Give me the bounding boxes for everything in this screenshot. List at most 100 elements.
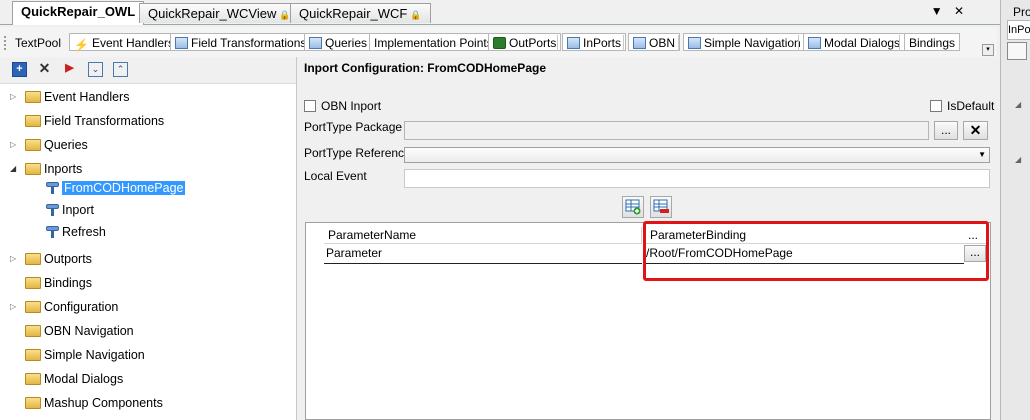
tree-item-label: Refresh bbox=[62, 225, 106, 239]
tree-item-label: Bindings bbox=[44, 276, 92, 290]
tree-item-label: Outports bbox=[44, 252, 92, 266]
categorized-view-icon[interactable] bbox=[1007, 42, 1027, 60]
expand-all-icon[interactable]: ⌄ bbox=[88, 62, 103, 77]
folder-icon bbox=[25, 139, 41, 151]
porttype-package-browse-button[interactable]: ... bbox=[934, 121, 958, 140]
expand-arrow-icon[interactable]: ▷ bbox=[10, 87, 20, 107]
chevron-down-icon[interactable]: ▼ bbox=[931, 4, 943, 18]
porttype-package-clear-button[interactable]: ✕ bbox=[963, 121, 988, 140]
toolbar-queries-button[interactable]: Queries bbox=[304, 33, 373, 51]
toolbar-modal-dialogs-button[interactable]: Modal Dialogs bbox=[803, 33, 906, 51]
execute-icon[interactable]: ▶ bbox=[62, 62, 77, 77]
tree-item-queries[interactable]: ▷ Queries bbox=[10, 135, 88, 155]
button-label: Implementation Points bbox=[374, 36, 493, 50]
folder-icon bbox=[25, 373, 41, 385]
inport-icon bbox=[46, 182, 59, 194]
button-label: Bindings bbox=[909, 36, 956, 50]
tree-item-fromcodhomepage[interactable]: FromCODHomePage bbox=[46, 178, 186, 198]
page-title: Inport Configuration: FromCODHomePage bbox=[304, 61, 546, 75]
collapse-arrow-icon[interactable]: ◢ bbox=[1015, 155, 1021, 164]
designer-toolbar: TextPool ⚡ Event Handlers Field Transform… bbox=[0, 27, 997, 58]
toolbar-grip[interactable] bbox=[4, 36, 8, 50]
tree-item-refresh[interactable]: Refresh bbox=[46, 222, 106, 242]
tree-item-configuration[interactable]: ▷ Configuration bbox=[10, 297, 118, 317]
tree-item-inport[interactable]: Inport bbox=[46, 200, 94, 220]
toolbar-inports-button[interactable]: InPorts bbox=[562, 33, 627, 51]
button-label: Simple Navigation bbox=[704, 36, 801, 50]
close-icon[interactable]: ✕ bbox=[954, 4, 964, 18]
toolbar-bindings-button[interactable]: Bindings bbox=[904, 33, 961, 51]
button-label: Field Transformations bbox=[191, 36, 307, 50]
navigation-tree-panel: + ✕ ▶ ⌄ ⌃ ▷ Event Handlers Field Transfor… bbox=[0, 57, 297, 420]
folder-icon bbox=[25, 253, 41, 265]
porttype-reference-dropdown[interactable]: ▼ bbox=[404, 147, 990, 163]
toolbar-textpool-button[interactable]: TextPool bbox=[10, 33, 66, 51]
collapse-all-icon[interactable]: ⌃ bbox=[113, 62, 128, 77]
tree-item-field-transformations[interactable]: Field Transformations bbox=[10, 111, 164, 131]
tree-item-simple-navigation[interactable]: Simple Navigation bbox=[10, 345, 145, 365]
inport-icon bbox=[46, 226, 59, 238]
tree-item-obn-navigation[interactable]: OBN Navigation bbox=[10, 321, 134, 341]
column-header-parametername[interactable]: ParameterName bbox=[324, 227, 642, 244]
tree-item-outports[interactable]: ▷ Outports bbox=[10, 249, 92, 269]
add-row-icon bbox=[625, 199, 641, 215]
folder-icon bbox=[25, 349, 41, 361]
tree-item-bindings[interactable]: Bindings bbox=[10, 273, 92, 293]
isdefault-checkbox[interactable] bbox=[930, 100, 942, 112]
grid-icon bbox=[633, 37, 646, 49]
porttype-package-field[interactable] bbox=[404, 121, 929, 140]
tree-toolbar: + ✕ ▶ ⌄ ⌃ bbox=[0, 57, 296, 84]
lock-icon: 🔒 bbox=[279, 10, 291, 20]
remove-row-button[interactable] bbox=[650, 196, 672, 218]
toolbar-obn-button[interactable]: OBN bbox=[628, 33, 681, 51]
toolbar-separator bbox=[678, 35, 679, 51]
tree-item-event-handlers[interactable]: ▷ Event Handlers bbox=[10, 87, 129, 107]
toolbar-event-handlers-button[interactable]: ⚡ Event Handlers bbox=[69, 33, 179, 52]
grid-icon bbox=[175, 37, 188, 49]
inport-icon bbox=[567, 37, 580, 49]
button-label: TextPool bbox=[15, 36, 62, 50]
folder-icon bbox=[25, 277, 41, 289]
add-icon[interactable]: + bbox=[12, 62, 27, 77]
toolbar-overflow-button[interactable]: ▾ bbox=[982, 44, 994, 56]
lock-icon: 🔒 bbox=[410, 10, 422, 20]
expand-arrow-icon[interactable]: ▷ bbox=[10, 297, 20, 317]
porttype-package-label: PortType Package bbox=[304, 120, 403, 134]
local-event-field[interactable] bbox=[404, 169, 990, 188]
collapse-arrow-icon[interactable]: ◢ bbox=[10, 159, 20, 179]
toolbar-separator bbox=[623, 35, 624, 51]
tab-label: QuickRepair_OWL bbox=[21, 4, 136, 19]
parameter-name-cell[interactable]: Parameter bbox=[324, 244, 642, 264]
toolbar-separator bbox=[798, 35, 799, 51]
obn-inport-label: OBN Inport bbox=[321, 99, 382, 113]
toolbar-outports-button[interactable]: OutPorts bbox=[488, 33, 562, 51]
collapse-arrow-icon[interactable]: ◢ bbox=[1015, 100, 1021, 109]
tree-item-label: Mashup Components bbox=[44, 396, 163, 410]
lightning-icon: ⚡ bbox=[74, 38, 89, 52]
toolbar-implementation-points-button[interactable]: Implementation Points bbox=[369, 33, 498, 51]
obn-inport-checkbox[interactable] bbox=[304, 100, 316, 112]
tree-item-label: Modal Dialogs bbox=[44, 372, 124, 386]
grid-icon bbox=[808, 37, 821, 49]
expand-arrow-icon[interactable]: ▷ bbox=[10, 135, 20, 155]
tab-quickrepair-wcview[interactable]: QuickRepair_WCView 🔒 bbox=[139, 3, 300, 23]
properties-panel: Pro InPo ◢ ◢ bbox=[1000, 0, 1030, 420]
delete-icon[interactable]: ✕ bbox=[37, 61, 52, 77]
button-label: Queries bbox=[325, 36, 368, 50]
add-row-button[interactable] bbox=[622, 196, 644, 218]
tree-item-inports[interactable]: ◢ Inports bbox=[10, 159, 82, 179]
button-label: OutPorts bbox=[509, 36, 557, 50]
tree-item-modal-dialogs[interactable]: Modal Dialogs bbox=[10, 369, 123, 389]
tab-quickrepair-owl[interactable]: QuickRepair_OWL bbox=[12, 1, 145, 25]
folder-icon bbox=[25, 115, 41, 127]
toolbar-simple-navigation-button[interactable]: Simple Navigation bbox=[683, 33, 806, 51]
tree-item-mashup-components[interactable]: Mashup Components bbox=[10, 393, 163, 413]
tree-item-label: Inports bbox=[44, 162, 83, 176]
properties-object-field[interactable]: InPo bbox=[1007, 20, 1030, 40]
tab-quickrepair-wcf[interactable]: QuickRepair_WCF 🔒 bbox=[290, 3, 431, 23]
tree-item-label: Event Handlers bbox=[44, 90, 130, 104]
toolbar-field-transformations-button[interactable]: Field Transformations bbox=[170, 33, 312, 51]
expand-arrow-icon[interactable]: ▷ bbox=[10, 249, 20, 269]
toolbar-separator bbox=[899, 35, 900, 51]
properties-title: Pro bbox=[1013, 5, 1030, 19]
